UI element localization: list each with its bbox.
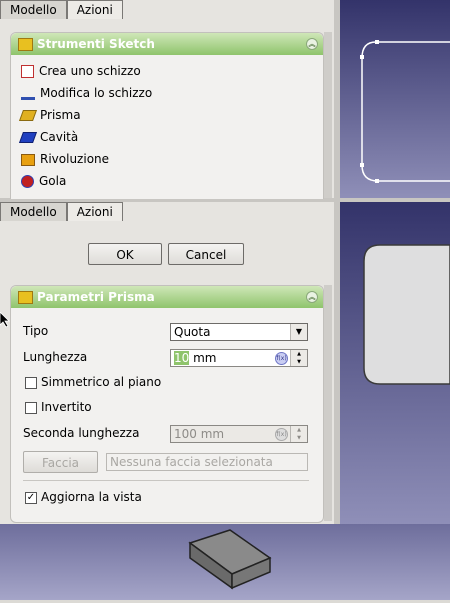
action-new-sketch[interactable]: Crea uno schizzo [21,61,141,81]
face-button: Faccia [23,451,98,473]
action-groove[interactable]: Gola [21,171,66,191]
action-revolution[interactable]: Rivoluzione [21,149,109,169]
length-unit: mm [189,351,217,365]
3d-viewport-middle[interactable] [340,202,450,524]
mouse-cursor-icon [0,312,10,328]
length-number: 10 [174,351,190,365]
combo-view-bottom: Modello Azioni OK Cancel Parametri Prism… [0,202,334,524]
cancel-button[interactable]: Cancel [168,243,244,265]
tab-azioni-2[interactable]: Azioni [66,202,123,221]
pad-preview-shape [363,244,450,385]
3d-viewport-bottom[interactable] [0,524,450,600]
expression-icon-disabled: f(x) [275,428,288,441]
second-length-value: 100 mm [174,427,225,441]
face-field: Nessuna faccia selezionata [106,453,308,471]
sketch-tools-taskbox: Strumenti Sketch ︽ Crea uno schizzo Modi… [10,32,324,199]
action-pad[interactable]: Prisma [18,105,81,125]
taskbox-header[interactable]: Strumenti Sketch ︽ [11,33,323,55]
chevron-down-icon: ▼ [290,324,307,340]
taskbox-title: Strumenti Sketch [37,37,155,51]
length-input[interactable]: 10 mm f(x) ▲ ▼ [170,349,308,367]
tab-bar: Modello Azioni [0,0,123,19]
spin-arrows-icon-disabled: ▲ ▼ [290,426,307,442]
reversed-checkbox[interactable] [25,402,37,414]
second-length-label: Seconda lunghezza [23,426,140,440]
panel-splitter[interactable] [334,0,340,524]
revolution-icon [21,153,35,166]
spin-arrows-icon[interactable]: ▲ ▼ [290,350,307,366]
groove-icon [21,175,34,188]
type-label: Tipo [23,324,49,338]
collapse-icon[interactable]: ︽ [306,38,318,50]
reversed-label: Invertito [41,400,92,414]
type-select[interactable]: Quota ▼ [170,323,308,341]
taskbox-title-2: Parametri Prisma [37,290,155,304]
action-edit-sketch[interactable]: Modifica lo schizzo [21,83,152,103]
sketch-outline [360,40,450,183]
ok-button[interactable]: OK [88,243,162,265]
taskbox-header-2[interactable]: Parametri Prisma ︽ [11,286,323,308]
symmetric-checkbox[interactable] [25,377,37,389]
pad-icon [18,110,38,121]
tab-bar-2: Modello Azioni [0,202,123,221]
pocket-icon [18,132,38,143]
second-length-input: 100 mm f(x) ▲ ▼ [170,425,308,443]
sketch-folder-icon [18,38,33,51]
update-view-checkbox[interactable]: ✓ [25,492,37,504]
symmetric-label: Simmetrico al piano [41,375,162,389]
bottom-scrollbar[interactable] [324,285,332,521]
pad-solid-shape [188,529,272,590]
update-view-label: Aggiorna la vista [41,490,142,504]
length-label: Lunghezza [23,350,88,364]
pad-icon-header [18,291,33,304]
top-scrollbar[interactable] [324,32,332,198]
new-sketch-icon [21,65,34,78]
3d-viewport-top[interactable] [340,0,450,198]
tab-azioni[interactable]: Azioni [66,0,123,19]
collapse-icon-2[interactable]: ︽ [306,291,318,303]
tab-modello[interactable]: Modello [0,0,67,19]
type-value: Quota [174,325,211,339]
expression-icon[interactable]: f(x) [275,352,288,365]
divider [23,480,309,481]
combo-view-top: Modello Azioni Strumenti Sketch ︽ Crea u… [0,0,334,199]
pad-parameters-taskbox: Parametri Prisma ︽ Tipo Quota ▼ Lunghezz… [10,285,324,523]
tab-modello-2[interactable]: Modello [0,202,67,221]
edit-sketch-icon [21,88,35,100]
action-pocket[interactable]: Cavità [18,127,78,147]
